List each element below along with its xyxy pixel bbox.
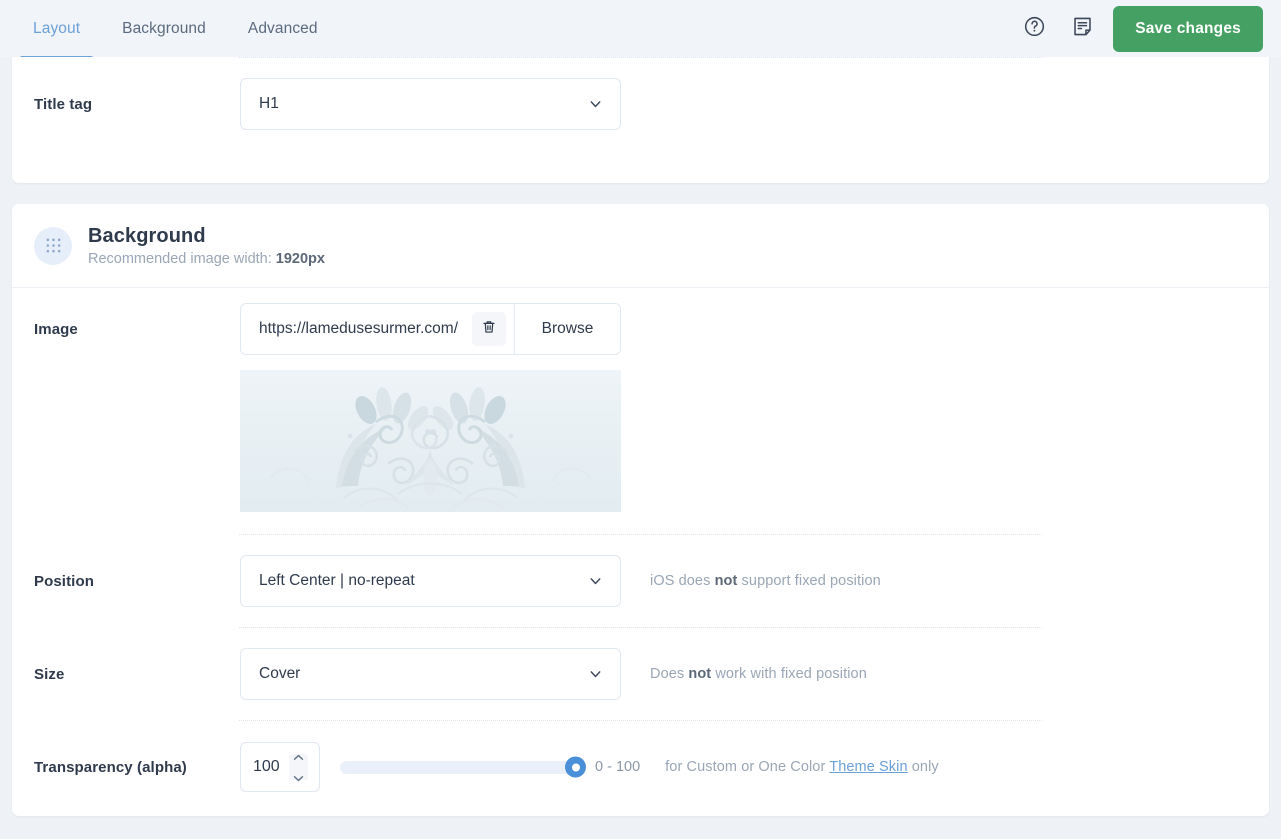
- layout-card: Title tag H1: [12, 57, 1269, 183]
- transparency-label: Transparency (alpha): [34, 758, 187, 776]
- image-url-group: Browse: [240, 303, 621, 355]
- chevron-down-icon[interactable]: [293, 769, 304, 787]
- tab-layout-label: Layout: [33, 19, 81, 37]
- size-hint-suffix: work with fixed position: [711, 666, 867, 682]
- title-tag-value: H1: [259, 95, 279, 112]
- row-title-tag: Title tag H1: [12, 58, 1269, 150]
- title-tag-select[interactable]: H1: [240, 78, 621, 130]
- size-hint-bold: not: [688, 666, 712, 682]
- settings-page: Title tag H1 Background Recommended imag: [0, 57, 1281, 839]
- recommended-width-value: 1920px: [275, 251, 325, 267]
- background-section-text: Background Recommended image width: 1920…: [88, 224, 325, 267]
- position-value: Left Center | no-repeat: [259, 572, 415, 589]
- position-select[interactable]: Left Center | no-repeat: [240, 555, 621, 607]
- transparency-slider[interactable]: [340, 756, 586, 778]
- size-select[interactable]: Cover: [240, 648, 621, 700]
- transparency-hint-suffix: only: [907, 759, 939, 775]
- position-hint: iOS does not support fixed position: [650, 573, 881, 589]
- size-label: Size: [34, 665, 65, 683]
- theme-skin-link[interactable]: Theme Skin: [829, 759, 907, 775]
- tab-advanced[interactable]: Advanced: [227, 0, 339, 57]
- image-label: Image: [34, 320, 78, 338]
- size-hint: Does not work with fixed position: [650, 666, 867, 682]
- browse-button[interactable]: Browse: [514, 304, 620, 354]
- position-hint-suffix: support fixed position: [737, 573, 881, 589]
- row-image: Image Browse: [12, 288, 1269, 362]
- background-card: Background Recommended image width: 1920…: [12, 204, 1269, 816]
- title-tag-label: Title tag: [34, 95, 93, 113]
- tab-background[interactable]: Background: [101, 0, 227, 57]
- save-changes-button[interactable]: Save changes: [1113, 5, 1263, 52]
- row-image-preview: [12, 362, 1269, 512]
- chevron-up-icon[interactable]: [293, 748, 304, 766]
- help-button[interactable]: [1017, 12, 1051, 46]
- tab-layout[interactable]: Layout: [12, 0, 101, 61]
- size-value: Cover: [259, 665, 301, 682]
- delete-image-button[interactable]: [472, 312, 506, 346]
- transparency-hint-prefix: for Custom or One Color: [665, 759, 830, 775]
- row-size: Size Cover Does not work with fixed posi…: [12, 628, 1269, 720]
- chevron-down-icon: [587, 573, 604, 590]
- chevron-down-icon: [587, 96, 604, 113]
- row-transparency: Transparency (alpha) 0 - 100: [12, 721, 1269, 813]
- row-position: Position Left Center | no-repeat iOS doe…: [12, 535, 1269, 627]
- transparency-slider-wrap: 0 - 100: [340, 756, 641, 778]
- transparency-input[interactable]: [253, 758, 289, 776]
- question-circle-icon: [1023, 15, 1046, 43]
- chevron-down-icon: [587, 666, 604, 683]
- tab-bar: Layout Background Advanced: [12, 0, 339, 61]
- position-hint-prefix: iOS does: [650, 573, 715, 589]
- transparency-hint: for Custom or One Color Theme Skin only: [665, 759, 939, 775]
- background-section-subtitle: Recommended image width: 1920px: [88, 251, 325, 267]
- transparency-range-label: 0 - 100: [595, 759, 641, 775]
- top-toolbar: Layout Background Advanced Save changes: [0, 0, 1281, 61]
- tab-advanced-label: Advanced: [247, 19, 318, 37]
- transparency-spin-buttons[interactable]: [289, 754, 308, 781]
- background-image-preview[interactable]: [240, 370, 621, 512]
- position-hint-bold: not: [714, 573, 738, 589]
- note-document-icon: [1071, 15, 1094, 43]
- position-label: Position: [34, 572, 94, 590]
- background-section-title: Background: [88, 225, 206, 247]
- toolbar-actions: Save changes: [1017, 5, 1281, 52]
- notes-button[interactable]: [1065, 12, 1099, 46]
- transparency-stepper[interactable]: [240, 742, 320, 792]
- tab-background-label: Background: [122, 19, 206, 37]
- grid-dots-icon: [34, 226, 72, 265]
- trash-icon: [481, 319, 497, 340]
- background-section-header: Background Recommended image width: 1920…: [12, 204, 1269, 288]
- size-hint-prefix: Does: [650, 666, 689, 682]
- image-url-input[interactable]: [241, 304, 472, 354]
- transparency-slider-handle[interactable]: [565, 756, 586, 778]
- recommended-width-prefix: Recommended image width:: [88, 251, 276, 267]
